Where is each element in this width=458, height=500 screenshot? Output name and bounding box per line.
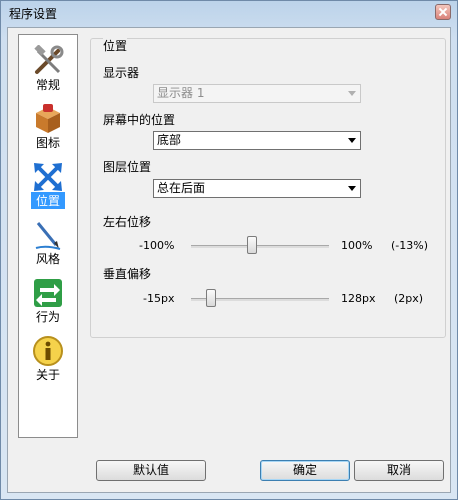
sidebar-item-label: 位置 [31, 192, 65, 209]
sidebar-item-label: 关于 [35, 368, 60, 382]
vertical-value-label: (2px) [394, 292, 424, 305]
package-icon [36, 104, 60, 133]
layer-position-select-value: 总在后面 [157, 181, 206, 195]
cancel-button[interactable]: 取消 [354, 460, 444, 481]
screen-position-select[interactable]: 底部 [153, 131, 361, 150]
move-arrows-icon [34, 163, 62, 191]
tools-icon [34, 45, 64, 74]
screen-position-select-value: 底部 [157, 133, 182, 147]
display-select-value: 显示器 1 [157, 86, 205, 100]
sidebar-item-label: 常规 [35, 78, 60, 92]
display-label: 显示器 [103, 66, 140, 80]
horizontal-max-label: 100% [341, 239, 373, 252]
position-group: 位置 显示器 显示器 1 屏幕中的位置 底部 图层位置 总在后面 左右位移 -1… [90, 37, 446, 338]
horizontal-min-label: -100% [139, 239, 175, 252]
screen-position-label: 屏幕中的位置 [103, 113, 176, 127]
horizontal-slider-track[interactable] [191, 245, 329, 248]
title-bar[interactable]: 程序设置 [1, 1, 457, 25]
vertical-slider-thumb[interactable] [206, 289, 217, 307]
window-title: 程序设置 [9, 7, 58, 21]
close-button[interactable] [435, 4, 451, 20]
layer-position-select[interactable]: 总在后面 [153, 179, 361, 198]
info-icon [33, 336, 63, 366]
horizontal-offset-label: 左右位移 [103, 215, 152, 229]
arrows-exchange-icon [34, 279, 62, 307]
chevron-down-icon [348, 91, 356, 96]
ok-button[interactable]: 确定 [260, 460, 350, 481]
horizontal-slider-thumb[interactable] [246, 236, 257, 254]
horizontal-value-label: (-13%) [391, 239, 429, 252]
layer-position-label: 图层位置 [103, 160, 152, 174]
group-title: 位置 [103, 37, 128, 54]
display-select: 显示器 1 [153, 84, 361, 103]
defaults-button[interactable]: 默认值 [96, 460, 206, 481]
vertical-min-label: -15px [143, 292, 175, 305]
sidebar-item-behavior[interactable]: 行为 [19, 271, 77, 329]
sidebar-item-label: 图标 [35, 136, 60, 150]
category-sidebar: 常规 图标 位置 风格 行为 关于 [18, 34, 78, 438]
vertical-offset-label: 垂直偏移 [103, 267, 152, 281]
sidebar-item-style[interactable]: 风格 [19, 213, 77, 271]
chevron-down-icon [348, 186, 356, 191]
pen-icon [35, 222, 61, 250]
dialog-body: 常规 图标 位置 风格 行为 关于 位置 显示器 显示器 1 屏幕中的位置 底部… [7, 27, 451, 493]
sidebar-item-general[interactable]: 常规 [19, 39, 77, 97]
sidebar-item-position[interactable]: 位置 [19, 155, 77, 213]
sidebar-item-about[interactable]: 关于 [19, 329, 77, 387]
vertical-max-label: 128px [341, 292, 376, 305]
chevron-down-icon [348, 138, 356, 143]
sidebar-item-label: 行为 [35, 310, 60, 324]
sidebar-item-label: 风格 [35, 252, 60, 266]
sidebar-item-icon[interactable]: 图标 [19, 97, 77, 155]
settings-window: 程序设置 常规 图标 位置 风格 行为 关于 位置 显示器 显示器 1 屏幕中的… [0, 0, 458, 500]
